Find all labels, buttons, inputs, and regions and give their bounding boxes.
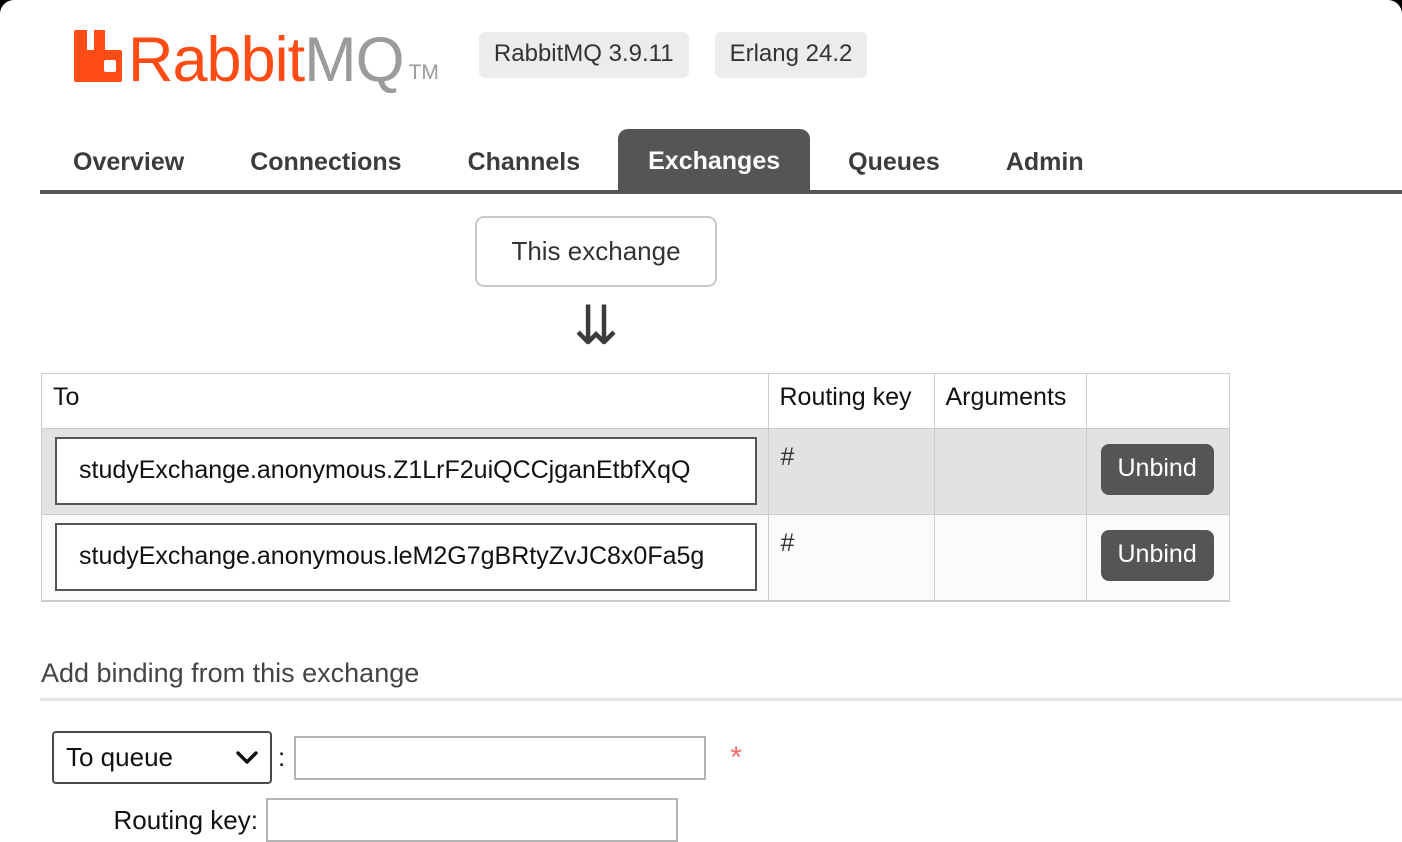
required-asterisk: * bbox=[730, 743, 742, 773]
cell-action: Unbind bbox=[1086, 429, 1229, 515]
add-binding-form: To queue To exchange : * Routing key: bbox=[0, 731, 1402, 842]
tab-queues[interactable]: Queues bbox=[820, 130, 968, 194]
add-binding-section: Add binding from this exchange To queue … bbox=[0, 658, 1402, 842]
section-divider bbox=[40, 698, 1402, 701]
destination-row: To queue To exchange : * bbox=[52, 731, 1402, 784]
table-row[interactable]: studyExchange.anonymous.Z1LrF2uiQCCjganE… bbox=[42, 429, 1229, 515]
this-exchange-box: This exchange bbox=[475, 216, 716, 287]
routing-key-input[interactable] bbox=[266, 798, 678, 842]
main-navigation: Overview Connections Channels Exchanges … bbox=[0, 125, 1402, 194]
tab-connections[interactable]: Connections bbox=[222, 130, 429, 194]
tab-overview[interactable]: Overview bbox=[45, 130, 212, 194]
tab-exchanges[interactable]: Exchanges bbox=[618, 129, 810, 194]
column-header-routing-key: Routing key bbox=[768, 374, 934, 429]
cell-arguments bbox=[934, 429, 1086, 515]
cell-to: studyExchange.anonymous.leM2G7gBRtyZvJC8… bbox=[42, 515, 768, 601]
table-row[interactable]: studyExchange.anonymous.leM2G7gBRtyZvJC8… bbox=[42, 515, 1229, 601]
cell-to: studyExchange.anonymous.Z1LrF2uiQCCjganE… bbox=[42, 429, 768, 515]
badge-rabbitmq-version: RabbitMQ 3.9.11 bbox=[479, 32, 689, 78]
rabbitmq-management-page: RabbitMQ TM RabbitMQ 3.9.11 Erlang 24.2 … bbox=[0, 0, 1402, 842]
queue-link[interactable]: studyExchange.anonymous.leM2G7gBRtyZvJC8… bbox=[55, 523, 757, 591]
unbind-button[interactable]: Unbind bbox=[1101, 444, 1214, 495]
rabbitmq-logo[interactable]: RabbitMQ TM bbox=[66, 28, 439, 92]
routing-key-row: Routing key: bbox=[52, 798, 1402, 842]
queue-link[interactable]: studyExchange.anonymous.Z1LrF2uiQCCjganE… bbox=[55, 437, 757, 505]
add-binding-title: Add binding from this exchange bbox=[0, 658, 1402, 689]
logo-text-mq: MQ bbox=[304, 29, 403, 92]
badge-erlang-version: Erlang 24.2 bbox=[715, 32, 868, 78]
destination-type-select[interactable]: To queue To exchange bbox=[52, 731, 272, 784]
logo-text-rabbit: Rabbit bbox=[128, 29, 304, 92]
destination-colon: : bbox=[278, 742, 285, 773]
cell-action: Unbind bbox=[1086, 515, 1229, 601]
cell-routing-key: # bbox=[768, 515, 934, 601]
rabbit-logo-icon bbox=[66, 28, 124, 84]
routing-key-label: Routing key: bbox=[52, 805, 266, 836]
arguments-value bbox=[935, 429, 1086, 501]
column-header-arguments: Arguments bbox=[934, 374, 1086, 429]
logo-trademark: TM bbox=[409, 62, 439, 83]
bindings-table: To Routing key Arguments studyExchange.a… bbox=[42, 374, 1229, 601]
arguments-value bbox=[935, 515, 1086, 587]
page-header: RabbitMQ TM RabbitMQ 3.9.11 Erlang 24.2 bbox=[0, 0, 1402, 92]
tab-admin[interactable]: Admin bbox=[978, 130, 1112, 194]
routing-key-value: # bbox=[769, 515, 934, 587]
column-header-actions bbox=[1086, 374, 1229, 429]
bindings-table-container: To Routing key Arguments studyExchange.a… bbox=[41, 373, 1230, 602]
cell-routing-key: # bbox=[768, 429, 934, 515]
version-badges: RabbitMQ 3.9.11 Erlang 24.2 bbox=[479, 32, 893, 78]
cell-arguments bbox=[934, 515, 1086, 601]
unbind-button[interactable]: Unbind bbox=[1101, 530, 1214, 581]
double-down-arrow-icon: ⇊ bbox=[573, 299, 618, 353]
column-header-to: To bbox=[42, 374, 768, 429]
exchange-diagram: This exchange ⇊ bbox=[0, 216, 1192, 353]
table-header-row: To Routing key Arguments bbox=[42, 374, 1229, 429]
destination-input[interactable] bbox=[294, 736, 706, 780]
routing-key-value: # bbox=[769, 429, 934, 501]
tab-channels[interactable]: Channels bbox=[440, 130, 609, 194]
